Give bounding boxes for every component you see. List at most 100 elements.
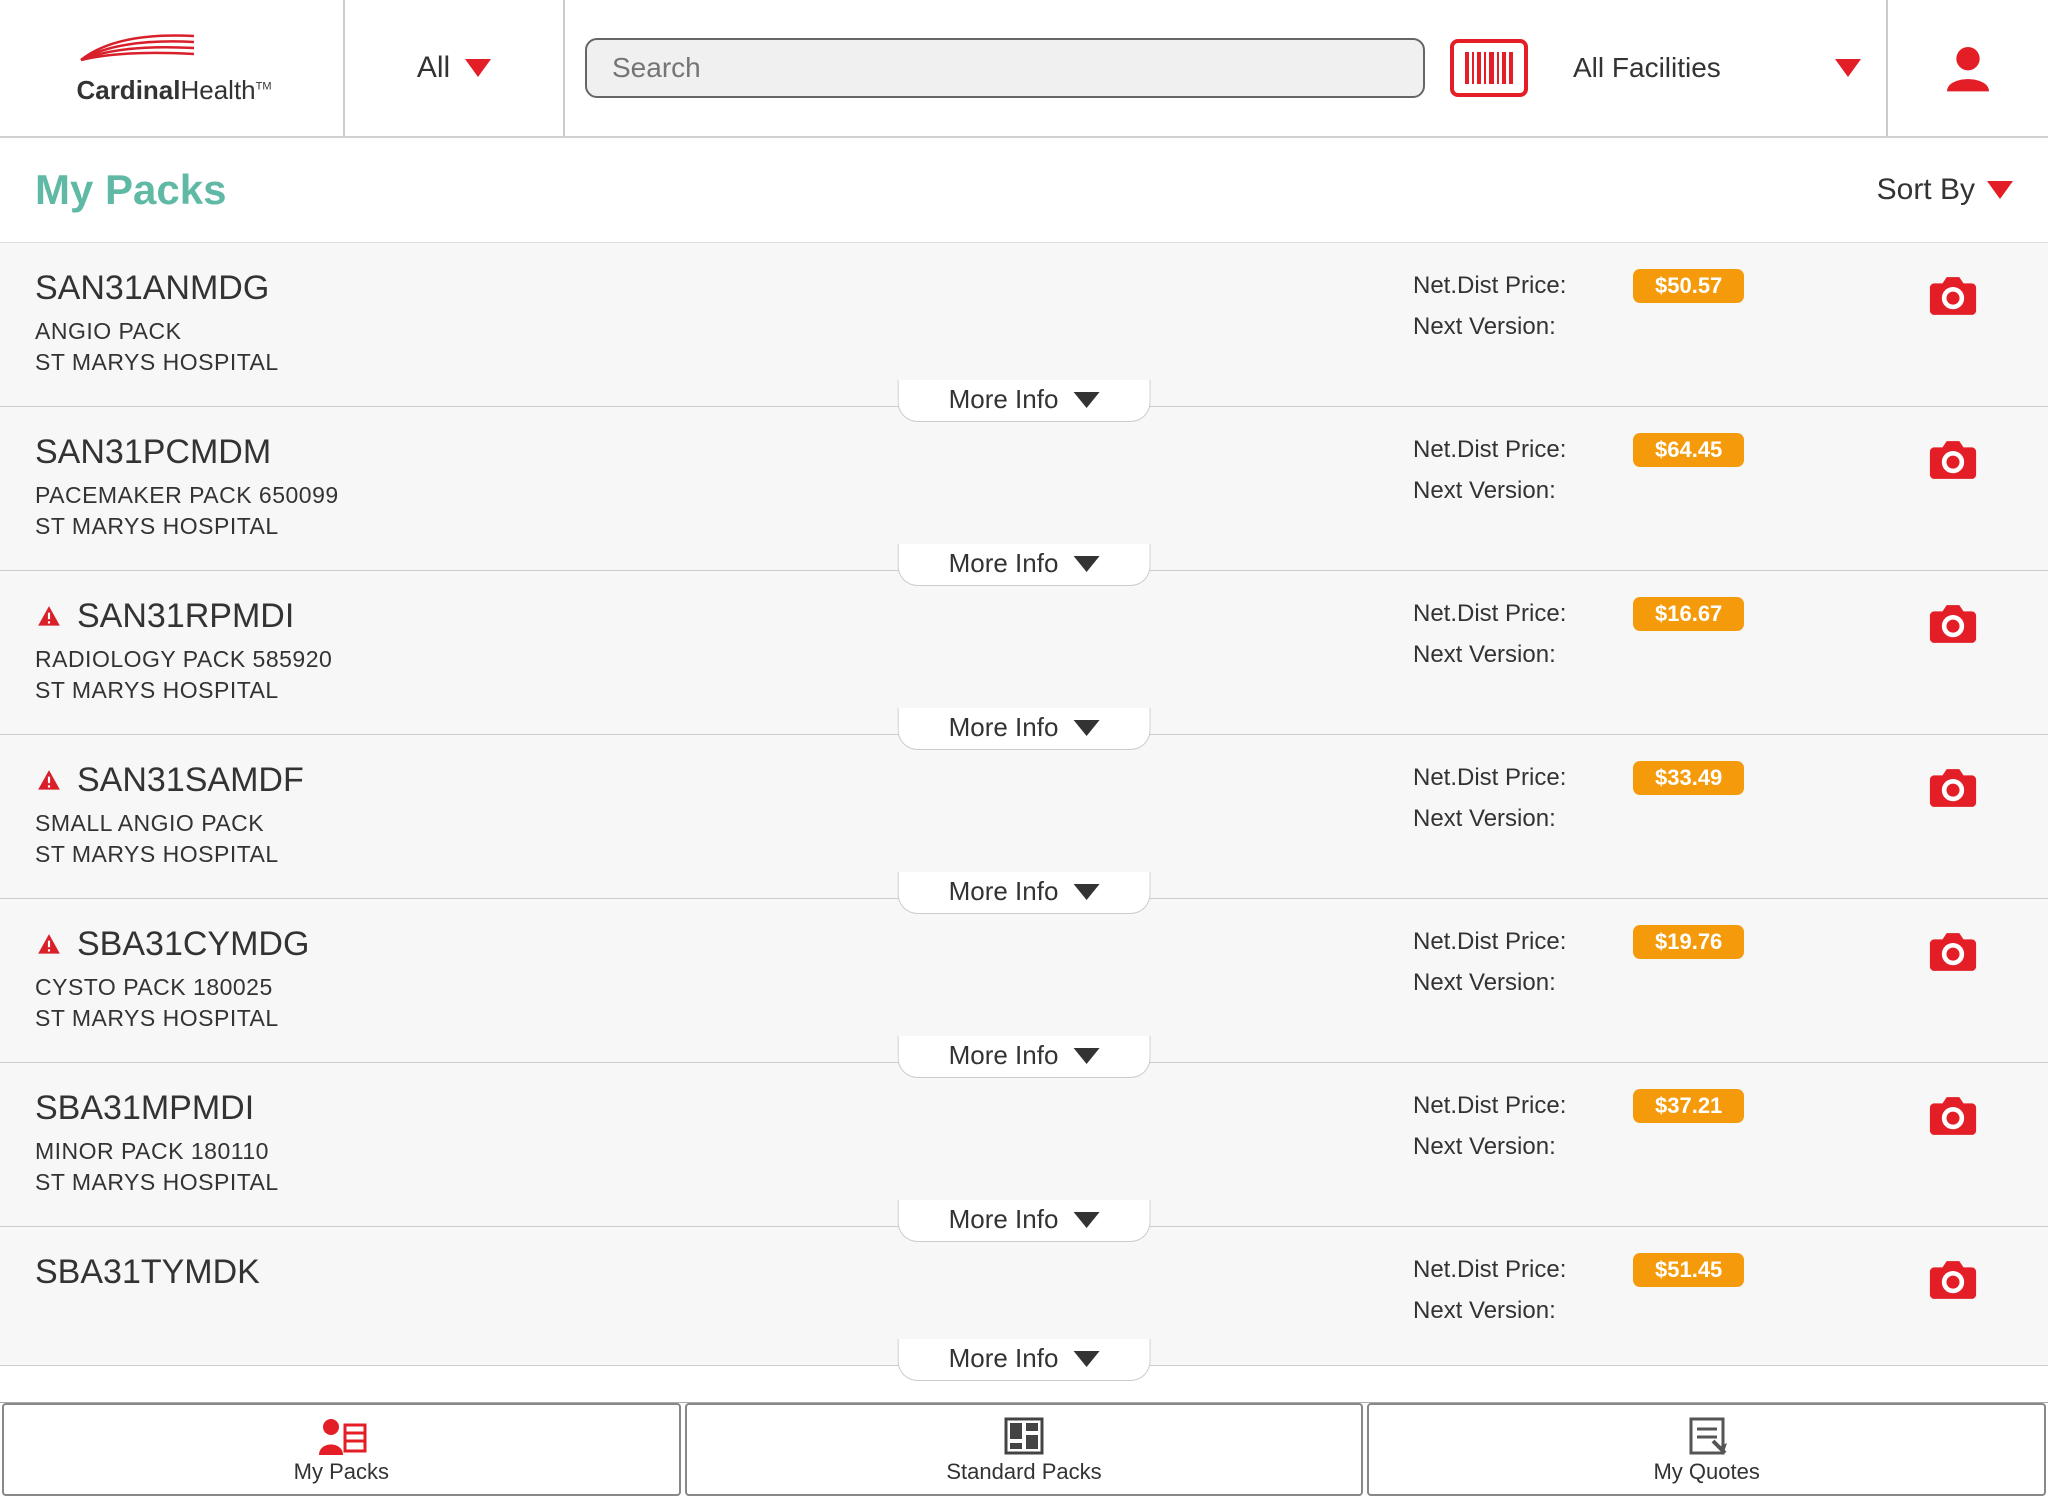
- net-dist-price-label: Net.Dist Price:: [1413, 928, 1593, 956]
- camera-icon[interactable]: [1926, 931, 1980, 973]
- cardinal-swoosh-icon: [76, 30, 196, 70]
- camera-icon[interactable]: [1926, 603, 1980, 645]
- chevron-down-icon: [1073, 556, 1099, 572]
- pack-info: SBA31TYMDK: [35, 1253, 805, 1335]
- alert-icon: [35, 932, 63, 958]
- pack-code: SBA31MPMDI: [35, 1089, 254, 1128]
- pack-hospital: ST MARYS HOSPITAL: [35, 513, 805, 540]
- logo-bold: Cardinal: [76, 75, 180, 105]
- price-column: Net.Dist Price:$16.67Next Version:: [1413, 597, 1893, 704]
- logo-cell: CardinalHealthTM: [0, 0, 345, 136]
- pack-description: ANGIO PACK: [35, 318, 805, 345]
- pack-description: MINOR PACK 180110: [35, 1138, 805, 1165]
- page-title: My Packs: [35, 166, 226, 214]
- logo-normal: Health: [180, 75, 255, 105]
- sort-by-label: Sort By: [1877, 173, 1975, 207]
- title-bar: My Packs Sort By: [0, 138, 2048, 242]
- sort-by-dropdown[interactable]: Sort By: [1877, 173, 2013, 207]
- pack-description: CYSTO PACK 180025: [35, 974, 805, 1001]
- camera-icon[interactable]: [1926, 1259, 1980, 1301]
- chevron-down-icon: [1073, 1351, 1099, 1367]
- pack-item[interactable]: SBA31MPMDI MINOR PACK 180110 ST MARYS HOSP…: [0, 1063, 2048, 1227]
- pack-info: SAN31ANMDGANGIO PACKST MARYS HOSPITAL: [35, 269, 805, 376]
- chevron-down-icon: [1073, 392, 1099, 408]
- my-quotes-icon: [1687, 1415, 1727, 1457]
- pack-item[interactable]: SAN31RPMDIRADIOLOGY PACK 585920ST MARYS …: [0, 571, 2048, 735]
- price-column: Net.Dist Price:$33.49Next Version:: [1413, 761, 1893, 868]
- tab-label: My Packs: [294, 1459, 389, 1485]
- bottom-tabs: My Packs Standard Packs My Quotes: [0, 1402, 2048, 1496]
- price-badge: $50.57: [1633, 269, 1744, 303]
- tab-standard-packs[interactable]: Standard Packs: [685, 1403, 1364, 1496]
- more-info-label: More Info: [949, 384, 1059, 415]
- net-dist-price-label: Net.Dist Price:: [1413, 764, 1593, 792]
- more-info-label: More Info: [949, 1343, 1059, 1374]
- packs-list: SAN31ANMDG ANGIO PACK ST MARYS HOSPITAL Net…: [0, 242, 2048, 1366]
- standard-packs-icon: [1002, 1415, 1046, 1457]
- camera-icon[interactable]: [1926, 1095, 1980, 1137]
- next-version-label: Next Version:: [1413, 641, 1593, 669]
- category-all-dropdown[interactable]: All: [345, 0, 565, 136]
- price-column: Net.Dist Price:$64.45Next Version:: [1413, 433, 1893, 540]
- camera-icon[interactable]: [1926, 767, 1980, 809]
- price-badge: $37.21: [1633, 1089, 1744, 1123]
- next-version-label: Next Version:: [1413, 805, 1593, 833]
- facilities-label: All Facilities: [1573, 52, 1721, 84]
- next-version-label: Next Version:: [1413, 1133, 1593, 1161]
- all-label: All: [417, 51, 450, 85]
- app-header: CardinalHealthTM All All Facilities: [0, 0, 2048, 138]
- tab-label: Standard Packs: [946, 1459, 1101, 1485]
- facilities-dropdown[interactable]: All Facilities: [1548, 0, 1888, 136]
- barcode-scan-button[interactable]: [1450, 39, 1528, 97]
- pack-description: PACEMAKER PACK 650099: [35, 482, 805, 509]
- chevron-down-icon: [1073, 1212, 1099, 1228]
- pack-item[interactable]: SAN31SAMDFSMALL ANGIO PACKST MARYS HOSPI…: [0, 735, 2048, 899]
- more-info-toggle[interactable]: More Info: [898, 1339, 1151, 1381]
- camera-icon[interactable]: [1926, 439, 1980, 481]
- pack-code: SAN31PCMDM: [35, 433, 271, 472]
- pack-item[interactable]: SAN31ANMDGANGIO PACKST MARYS HOSPITALNet…: [0, 243, 2048, 407]
- next-version-label: Next Version:: [1413, 969, 1593, 997]
- brand-logo[interactable]: CardinalHealthTM: [76, 30, 271, 106]
- pack-hospital: ST MARYS HOSPITAL: [35, 1169, 805, 1196]
- price-column: Net.Dist Price:$50.57Next Version:: [1413, 269, 1893, 376]
- search-input[interactable]: [585, 38, 1425, 98]
- pack-code: SAN31SAMDF: [77, 761, 304, 800]
- camera-icon[interactable]: [1926, 275, 1980, 317]
- more-info-toggle[interactable]: More Info: [898, 544, 1151, 586]
- chevron-down-icon: [1073, 884, 1099, 900]
- pack-description: RADIOLOGY PACK 585920: [35, 646, 805, 673]
- tab-my-quotes[interactable]: My Quotes: [1367, 1403, 2046, 1496]
- user-icon: [1940, 40, 1996, 96]
- pack-info: SAN31RPMDIRADIOLOGY PACK 585920ST MARYS …: [35, 597, 805, 704]
- pack-description: SMALL ANGIO PACK: [35, 810, 805, 837]
- user-menu[interactable]: [1888, 0, 2048, 136]
- pack-item[interactable]: SAN31PCMDM PACEMAKER PACK 650099 ST MARYS …: [0, 407, 2048, 571]
- price-badge: $51.45: [1633, 1253, 1744, 1287]
- more-info-label: More Info: [949, 876, 1059, 907]
- pack-info: SAN31SAMDFSMALL ANGIO PACKST MARYS HOSPI…: [35, 761, 805, 868]
- pack-code: SBA31TYMDK: [35, 1253, 260, 1292]
- price-column: Net.Dist Price:$19.76Next Version:: [1413, 925, 1893, 1032]
- pack-code: SAN31ANMDG: [35, 269, 269, 308]
- more-info-label: More Info: [949, 1040, 1059, 1071]
- pack-info: SBA31CYMDGCYSTO PACK 180025ST MARYS HOSP…: [35, 925, 805, 1032]
- more-info-toggle[interactable]: More Info: [898, 380, 1151, 422]
- more-info-label: More Info: [949, 712, 1059, 743]
- net-dist-price-label: Net.Dist Price:: [1413, 1256, 1593, 1284]
- price-badge: $64.45: [1633, 433, 1744, 467]
- barcode-icon: [1463, 50, 1515, 86]
- net-dist-price-label: Net.Dist Price:: [1413, 1092, 1593, 1120]
- tab-my-packs[interactable]: My Packs: [2, 1403, 681, 1496]
- chevron-down-icon: [465, 59, 491, 77]
- more-info-toggle[interactable]: More Info: [898, 1200, 1151, 1242]
- next-version-label: Next Version:: [1413, 1297, 1593, 1325]
- more-info-toggle[interactable]: More Info: [898, 872, 1151, 914]
- more-info-label: More Info: [949, 1204, 1059, 1235]
- more-info-label: More Info: [949, 548, 1059, 579]
- more-info-toggle[interactable]: More Info: [898, 1036, 1151, 1078]
- tab-label: My Quotes: [1653, 1459, 1759, 1485]
- pack-item[interactable]: SBA31CYMDGCYSTO PACK 180025ST MARYS HOSP…: [0, 899, 2048, 1063]
- more-info-toggle[interactable]: More Info: [898, 708, 1151, 750]
- pack-item[interactable]: SBA31TYMDK Net.Dist Price: $51.45 Next Vers…: [0, 1227, 2048, 1366]
